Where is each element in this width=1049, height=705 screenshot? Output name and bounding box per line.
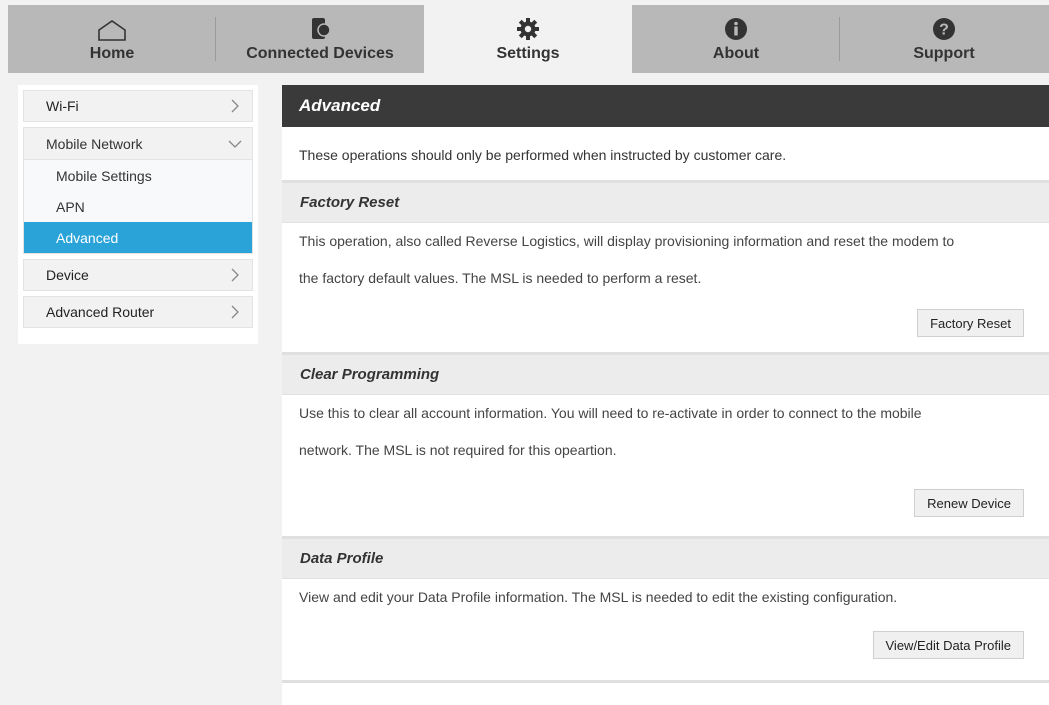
info-icon [724,17,748,41]
section-clear-programming: Use this to clear all account informatio… [282,395,1049,539]
settings-sidebar: Wi-Fi Mobile Network Mobile Settings APN… [18,85,258,344]
help-icon: ? [932,17,956,41]
tab-settings-label: Settings [496,45,560,62]
sidebar-item-advanced-router[interactable]: Advanced Router [23,296,253,328]
section-data-profile: View and edit your Data Profile informat… [282,579,1049,683]
section-text: the factory default values. The MSL is n… [299,270,702,286]
section-title-clear-programming: Clear Programming [282,355,1049,395]
svg-text:?: ? [939,22,949,39]
section-text: network. The MSL is not required for thi… [299,442,617,458]
sidebar-item-apn[interactable]: APN [24,191,252,222]
tab-home[interactable]: Home [8,5,216,73]
intro-text: These operations should only be performe… [282,127,1049,183]
chevron-right-icon [228,268,242,282]
chevron-right-icon [228,305,242,319]
section-text: This operation, also called Reverse Logi… [299,233,955,249]
tab-home-label: Home [89,45,135,62]
tab-connected-devices[interactable]: Connected Devices [216,5,424,73]
section-title-data-profile: Data Profile [282,539,1049,579]
tab-connected-devices-label: Connected Devices [246,45,394,62]
sidebar-item-wifi[interactable]: Wi-Fi [23,90,253,122]
view-edit-data-profile-button[interactable]: View/Edit Data Profile [872,631,1024,659]
tab-support[interactable]: ? Support [840,5,1048,73]
sidebar-item-advanced-router-label: Advanced Router [46,304,155,320]
sidebar-item-mobile-settings[interactable]: Mobile Settings [24,160,252,191]
tab-settings[interactable]: Settings [424,5,632,73]
section-title-factory-reset: Factory Reset [282,183,1049,223]
sidebar-item-mobile-network-label: Mobile Network [46,135,143,152]
chevron-down-icon [228,137,242,151]
main-panel: Advanced These operations should only be… [282,85,1049,705]
tab-about[interactable]: About [632,5,840,73]
sidebar-item-device-label: Device [46,267,89,283]
section-factory-reset: This operation, also called Reverse Logi… [282,223,1049,355]
gear-icon [516,17,540,41]
factory-reset-button[interactable]: Factory Reset [917,309,1024,337]
chevron-right-icon [228,99,242,113]
sidebar-group-mobile-network: Mobile Network Mobile Settings APN Advan… [23,127,253,254]
device-icon [309,17,331,41]
top-navigation: Home Connected Devices Settings About ? … [8,5,1049,73]
sidebar-item-mobile-network[interactable]: Mobile Network [24,128,252,160]
renew-device-button[interactable]: Renew Device [914,489,1024,517]
section-text: Use this to clear all account informatio… [299,405,922,421]
sidebar-item-device[interactable]: Device [23,259,253,291]
home-icon [97,17,127,41]
tab-about-label: About [712,45,760,62]
sidebar-item-wifi-label: Wi-Fi [46,98,79,114]
section-text: View and edit your Data Profile informat… [299,589,898,605]
sidebar-item-advanced[interactable]: Advanced [24,222,252,253]
page-title: Advanced [282,85,1049,127]
tab-support-label: Support [913,45,975,62]
